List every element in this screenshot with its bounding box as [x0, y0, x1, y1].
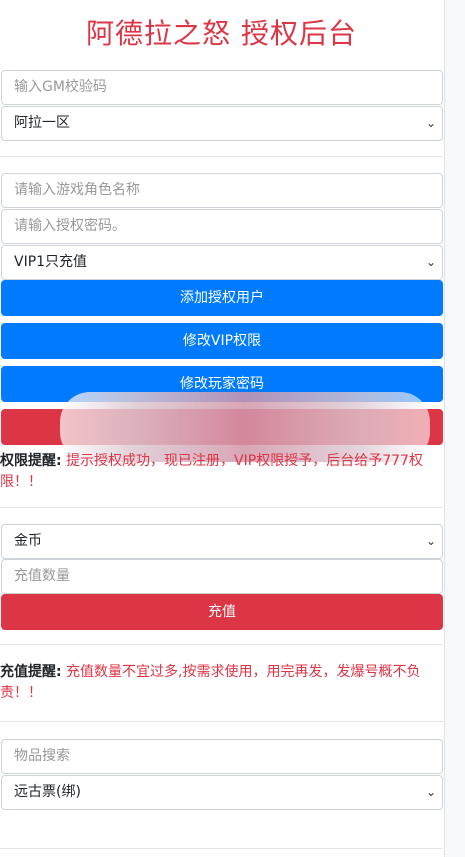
role-name-input[interactable]: 请输入游戏角色名称	[1, 173, 443, 208]
currency-select[interactable]: 金币 ⌄	[1, 524, 443, 559]
vip-select-value: VIP1只充值	[14, 254, 88, 270]
vip-select[interactable]: VIP1只充值 ⌄	[1, 245, 443, 280]
currency-select-value: 金币	[14, 533, 42, 549]
recharge-button[interactable]: 充值	[1, 594, 443, 630]
server-select-value: 阿拉一区	[14, 115, 70, 131]
chevron-down-icon: ⌄	[425, 255, 436, 269]
item-search-input[interactable]: 物品搜索	[1, 739, 443, 774]
chevron-down-icon: ⌄	[425, 785, 436, 799]
auth-notice-text: 提示授权成功，现已注册，VIP权限授予，后台给予777权限！！	[0, 453, 423, 490]
item-select[interactable]: 远古票(绑) ⌄	[1, 775, 443, 810]
auth-notice-label: 权限提醒:	[0, 453, 62, 469]
divider	[0, 507, 443, 508]
chevron-down-icon: ⌄	[425, 534, 436, 548]
divider	[0, 721, 443, 722]
divider	[0, 156, 443, 157]
auth-password-input[interactable]: 请输入授权密码。	[1, 209, 443, 244]
right-panel-edge	[445, 0, 465, 857]
gm-code-input[interactable]: 输入GM校验码	[1, 70, 443, 105]
modify-vip-button[interactable]: 修改VIP权限	[1, 323, 443, 359]
item-select-value: 远古票(绑)	[14, 784, 81, 800]
recharge-notice-text: 充值数量不宜过多,按需求使用，用完再发，发爆号概不负责！！	[0, 664, 421, 701]
server-select[interactable]: 阿拉一区 ⌄	[1, 106, 443, 141]
add-auth-user-button[interactable]: 添加授权用户	[1, 280, 443, 316]
recharge-notice: 充值提醒: 充值数量不宜过多,按需求使用，用完再发，发爆号概不负责！！	[0, 662, 443, 704]
divider	[0, 644, 443, 645]
auth-notice: 权限提醒: 提示授权成功，现已注册，VIP权限授予，后台给予777权限！！	[0, 451, 443, 493]
chevron-down-icon: ⌄	[425, 116, 436, 130]
recharge-amount-input[interactable]: 充值数量	[1, 559, 443, 594]
divider	[0, 848, 443, 849]
page-title: 阿德拉之怒 授权后台	[86, 17, 357, 50]
recharge-notice-label: 充值提醒:	[0, 664, 62, 680]
